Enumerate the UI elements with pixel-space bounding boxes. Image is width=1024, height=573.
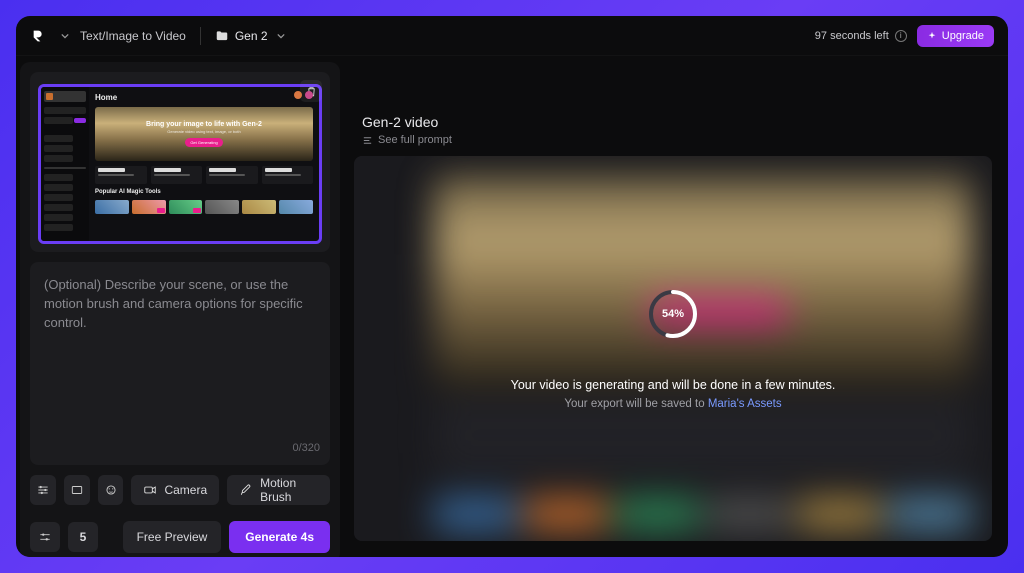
free-preview-label: Free Preview [137,530,208,544]
camera-button[interactable]: Camera [131,475,219,505]
chevron-down-icon[interactable] [60,31,70,41]
folder-selector[interactable]: Gen 2 [215,29,286,43]
thumbnail-sidebar [41,87,89,241]
aspect-ratio-button[interactable] [64,475,90,505]
seed-settings-button[interactable] [30,522,60,552]
generating-message: Your video is generating and will be don… [511,378,836,392]
input-image-card: Home Bring your image to life with Gen-2… [30,72,330,252]
progress-percent: 54% [647,288,699,340]
sparkle-icon [927,31,937,41]
video-title: Gen-2 video [362,114,992,130]
thumbnail-card-row [95,166,313,184]
thumbnail-tool-strip [95,200,313,214]
progress-overlay: 54% Your video is generating and will be… [511,288,836,410]
camera-icon [143,483,157,497]
topbar: Text/Image to Video Gen 2 97 seconds lef… [16,16,1008,56]
brush-icon [239,483,253,497]
input-image-thumbnail[interactable]: Home Bring your image to life with Gen-2… [38,84,322,244]
chevron-down-icon [276,31,286,41]
seconds-left: 97 seconds left i [815,30,907,42]
prompt-textarea[interactable]: (Optional) Describe your scene, or use t… [30,262,330,465]
save-prefix: Your export will be saved to [564,398,707,410]
style-button[interactable] [98,475,124,505]
seed-value[interactable]: 5 [68,522,98,552]
upgrade-button[interactable]: Upgrade [917,25,994,47]
divider [200,27,201,45]
thumbnail-hero: Bring your image to life with Gen-2 Gene… [95,107,313,161]
popular-tools-label: Popular AI Magic Tools [95,189,313,195]
app-frame: Text/Image to Video Gen 2 97 seconds lef… [16,16,1008,557]
hero-button: Get Generating [185,138,222,147]
thumbnail-main: Home Bring your image to life with Gen-2… [89,87,319,241]
motion-brush-label: Motion Brush [260,476,318,504]
prompt-placeholder: (Optional) Describe your scene, or use t… [44,277,303,330]
info-icon[interactable]: i [895,30,907,42]
generate-button[interactable]: Generate 4s [229,521,330,553]
right-panel: Gen-2 video See full prompt [354,56,1008,557]
app-logo[interactable] [30,27,48,45]
folder-icon [215,29,229,43]
left-panel: Home Bring your image to life with Gen-2… [20,62,340,557]
list-icon [362,135,373,146]
upgrade-label: Upgrade [942,30,984,42]
hero-title: Bring your image to life with Gen-2 [146,121,262,128]
assets-link[interactable]: Maria's Assets [708,398,782,410]
video-preview: 54% Your video is generating and will be… [354,156,992,541]
full-prompt-label: See full prompt [378,134,452,146]
save-location-message: Your export will be saved to Maria's Ass… [564,398,781,410]
thumbnail-home-label: Home [95,93,313,102]
seed-value-text: 5 [80,530,87,544]
tool-name: Text/Image to Video [80,29,186,43]
folder-name: Gen 2 [235,29,268,43]
thumbnail-avatars [294,91,313,99]
motion-brush-button[interactable]: Motion Brush [227,475,330,505]
camera-label: Camera [164,483,207,497]
free-preview-button[interactable]: Free Preview [123,521,222,553]
generate-label: Generate 4s [245,530,314,544]
hero-subtitle: Generate video using text, image, or bot… [167,129,240,134]
bottom-row: 5 Free Preview Generate 4s [30,521,330,553]
progress-spinner: 54% [647,288,699,340]
seconds-left-text: 97 seconds left [815,30,889,42]
char-count: 0/320 [292,441,320,457]
option-row: Camera Motion Brush [30,475,330,505]
settings-button[interactable] [30,475,56,505]
see-full-prompt[interactable]: See full prompt [362,134,992,146]
video-header: Gen-2 video See full prompt [362,114,992,146]
